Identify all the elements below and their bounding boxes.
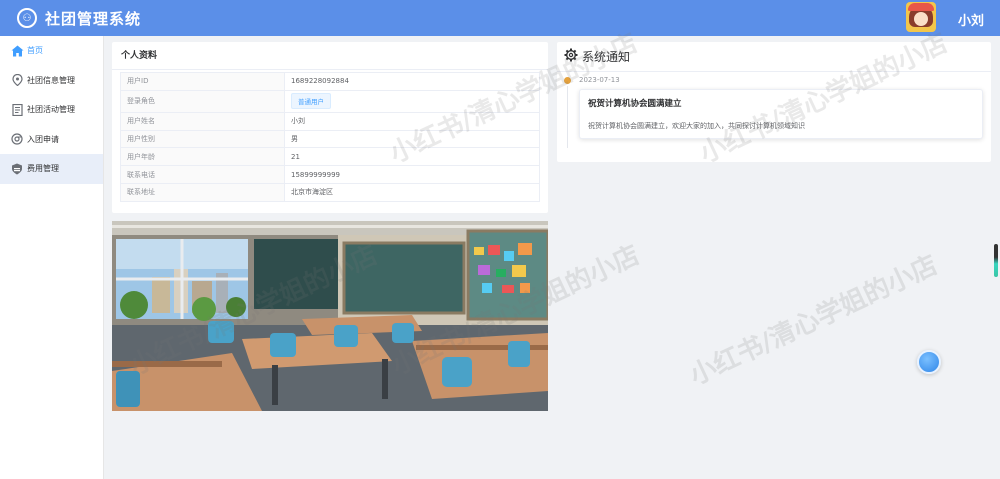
row-value: 男: [285, 130, 540, 148]
sidebar-item-label: 费用管理: [27, 164, 59, 174]
row-label: 联系地址: [121, 183, 285, 201]
table-row: 用户ID 1689228092884: [121, 73, 540, 91]
top-header: ⚇ 社团管理系统 小刘: [0, 0, 1000, 36]
profile-table: 用户ID 1689228092884 登录角色 普通用户 用户姓名 小刘 用户性…: [120, 72, 540, 202]
sidebar-item-join-application[interactable]: 入团申请: [0, 125, 103, 155]
gear-icon: [564, 47, 578, 66]
notice-item[interactable]: 祝贺计算机协会圆满建立 祝贺计算机协会圆满建立，欢迎大家的加入，共同探讨计算机领…: [579, 89, 983, 139]
sidebar-item-club-activity[interactable]: 社团活动管理: [0, 95, 103, 125]
watermark: 小红书/清心学姐的小店: [685, 250, 943, 392]
notice-title: 系统通知: [582, 50, 631, 64]
app-title: 社团管理系统: [45, 9, 142, 28]
chrome-icon: [10, 132, 24, 146]
row-value: 1689228092884: [285, 73, 540, 90]
row-label: 登录角色: [121, 90, 285, 112]
home-icon: [10, 44, 24, 58]
row-label: 用户性别: [121, 130, 285, 148]
location-icon: [10, 73, 24, 87]
notice-date: 2023-07-13: [579, 76, 620, 84]
notice-header: 系统通知: [557, 42, 991, 72]
timeline-line: [567, 86, 568, 148]
timeline-dot: [564, 77, 571, 84]
row-value: 小刘: [285, 112, 540, 130]
row-value: 15899999999: [285, 166, 540, 183]
table-row: 用户性别 男: [121, 130, 540, 149]
table-row: 用户姓名 小刘: [121, 112, 540, 131]
floating-action-button[interactable]: [917, 350, 941, 374]
classroom-image: [112, 221, 548, 411]
username[interactable]: 小刘: [958, 10, 984, 29]
sidebar-item-fee-management[interactable]: 费用管理: [0, 154, 103, 184]
notice-item-title: 祝贺计算机协会圆满建立: [588, 99, 682, 109]
logo-icon: ⚇: [17, 8, 37, 28]
avatar[interactable]: [906, 2, 936, 32]
shield-icon: [10, 162, 24, 176]
sidebar-item-club-info[interactable]: 社团信息管理: [0, 66, 103, 96]
notice-card: 系统通知 2023-07-13 祝贺计算机协会圆满建立 祝贺计算机协会圆满建立，…: [557, 42, 991, 162]
table-row: 登录角色 普通用户: [121, 90, 540, 113]
profile-card: 个人资料 用户ID 1689228092884 登录角色 普通用户 用户姓名 小…: [112, 42, 548, 213]
table-row: 联系电话 15899999999: [121, 166, 540, 184]
sidebar-item-label: 入团申请: [27, 134, 59, 144]
profile-title: 个人资料: [112, 42, 548, 70]
sidebar-item-label: 首页: [27, 46, 43, 56]
sidebar-item-label: 社团活动管理: [27, 105, 75, 115]
sidebar: 首页 社团信息管理 社团活动管理 入团申请 费用管理: [0, 36, 104, 479]
document-icon: [10, 103, 24, 117]
table-row: 联系地址 北京市海淀区: [121, 183, 540, 202]
row-value: 北京市海淀区: [285, 183, 540, 201]
row-label: 用户姓名: [121, 112, 285, 130]
row-value: 普通用户: [285, 90, 540, 112]
row-label: 联系电话: [121, 166, 285, 183]
notice-item-content: 祝贺计算机协会圆满建立，欢迎大家的加入，共同探讨计算机领域知识: [588, 122, 805, 130]
scrollbar-thumb[interactable]: [994, 244, 998, 277]
row-value: 21: [285, 148, 540, 166]
row-label: 用户ID: [121, 73, 285, 90]
row-label: 用户年龄: [121, 148, 285, 166]
role-tag: 普通用户: [291, 93, 331, 110]
sidebar-item-label: 社团信息管理: [27, 75, 75, 85]
sidebar-item-home[interactable]: 首页: [0, 36, 103, 66]
table-row: 用户年龄 21: [121, 148, 540, 167]
